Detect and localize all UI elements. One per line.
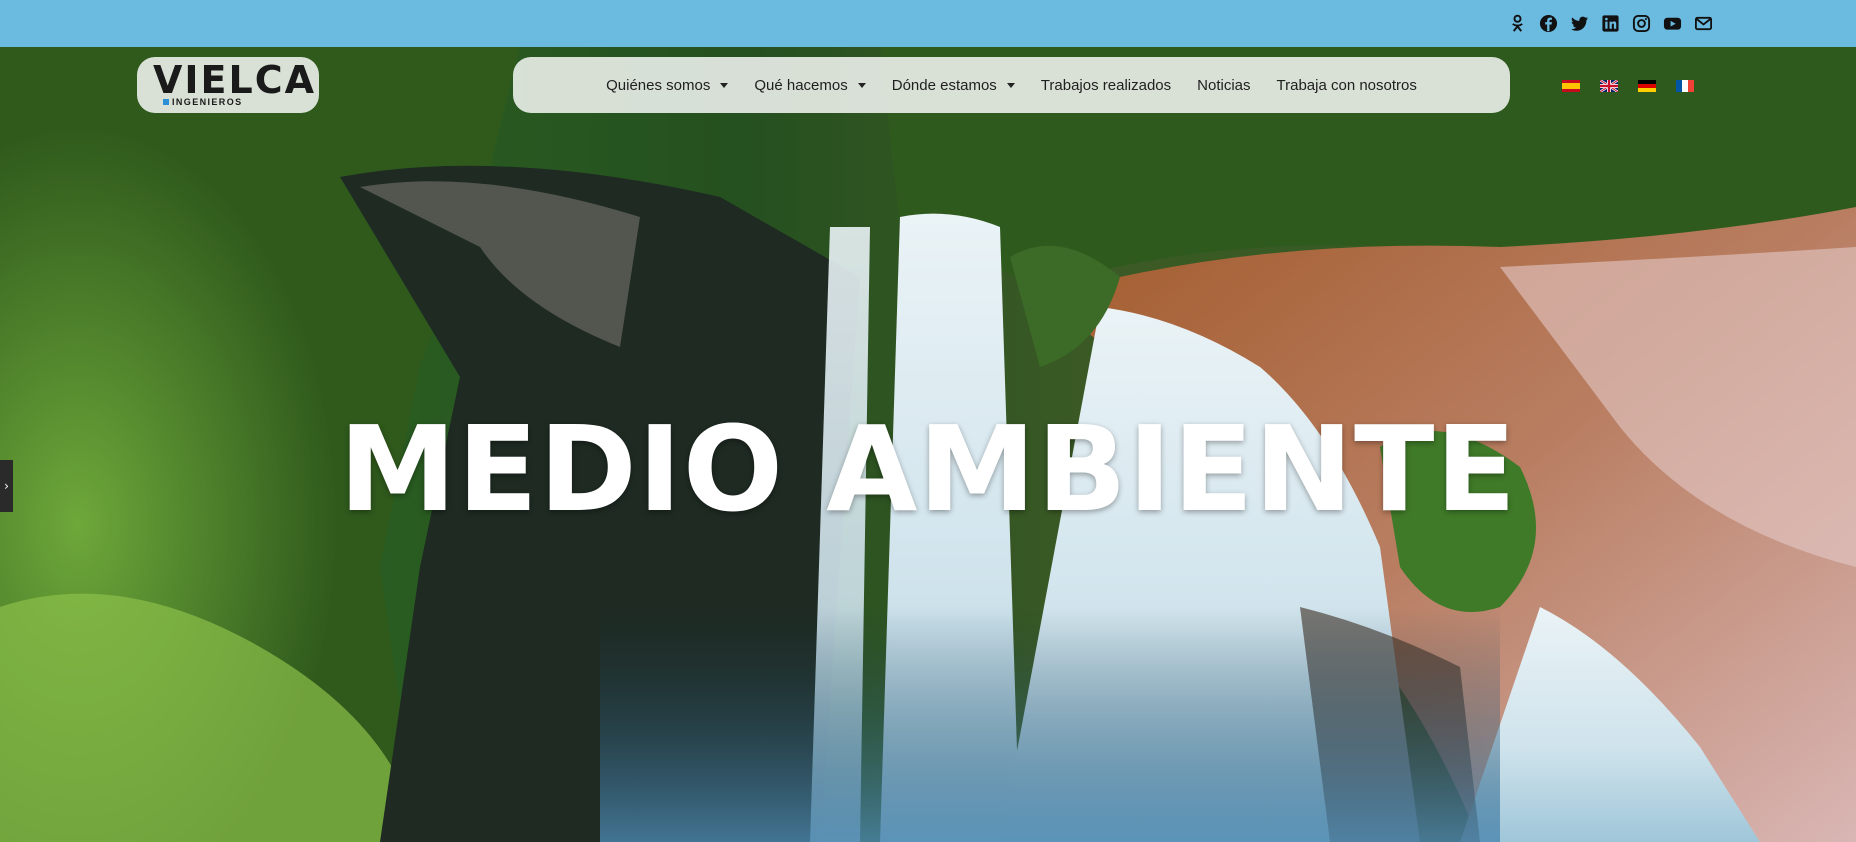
nav-item-que-hacemos[interactable]: Qué hacemos: [754, 76, 866, 94]
linkedin-icon[interactable]: [1601, 14, 1620, 33]
en-flag-icon[interactable]: [1600, 80, 1618, 92]
nav-item-label: Quiénes somos: [606, 76, 711, 94]
odnoklassniki-icon[interactable]: [1508, 14, 1527, 33]
language-switcher: [1562, 80, 1694, 92]
logo-subtitle: INGENIEROS: [172, 97, 243, 107]
nav-item-trabaja-con-nosotros[interactable]: Trabaja con nosotros: [1277, 77, 1417, 94]
nav-item-label: Trabajos realizados: [1040, 76, 1172, 94]
caret-down-icon: [857, 82, 866, 88]
de-flag-icon[interactable]: [1638, 80, 1656, 92]
envelope-icon[interactable]: [1694, 14, 1713, 33]
nav-item-label: Dónde estamos: [891, 76, 997, 94]
youtube-icon[interactable]: [1663, 14, 1682, 33]
nav-item-noticias[interactable]: Noticias: [1197, 77, 1250, 94]
instagram-icon[interactable]: [1632, 14, 1651, 33]
social-links: [1508, 0, 1713, 47]
twitter-icon[interactable]: [1570, 14, 1589, 33]
chevron-right-icon: ›: [4, 479, 9, 493]
nav-item-trabajos-realizados[interactable]: Trabajos realizados: [1041, 77, 1171, 94]
main-nav: Quiénes somos Qué hacemos Dónde estamos …: [513, 57, 1510, 113]
hero-title: MEDIO AMBIENTE: [338, 400, 1518, 538]
side-panel-toggle[interactable]: ›: [0, 460, 13, 512]
logo-square-mark: [163, 99, 169, 105]
nav-item-label: Trabaja con nosotros: [1276, 76, 1417, 94]
logo-name: VIELCA: [153, 58, 317, 102]
es-flag-icon[interactable]: [1562, 80, 1580, 92]
caret-down-icon: [720, 82, 729, 88]
caret-down-icon: [1006, 82, 1015, 88]
logo[interactable]: VIELCA INGENIEROS: [137, 57, 319, 113]
nav-item-quienes-somos[interactable]: Quiénes somos: [606, 76, 729, 94]
facebook-icon[interactable]: [1539, 14, 1558, 33]
fr-flag-icon[interactable]: [1676, 80, 1694, 92]
nav-item-label: Noticias: [1197, 76, 1251, 94]
nav-item-label: Qué hacemos: [754, 76, 848, 94]
top-bar: [0, 0, 1856, 47]
nav-item-donde-estamos[interactable]: Dónde estamos: [892, 77, 1015, 94]
